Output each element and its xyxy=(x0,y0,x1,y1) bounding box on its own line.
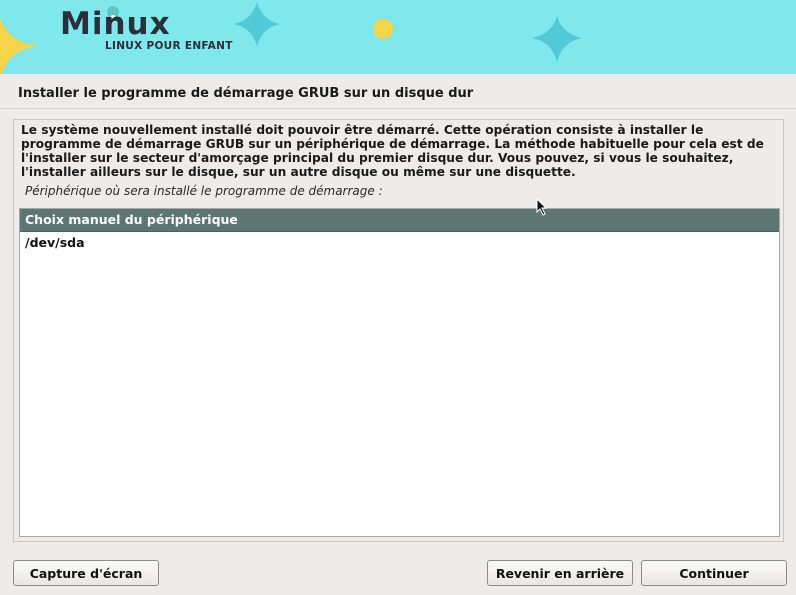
description-text: Le système nouvellement installé doit po… xyxy=(21,123,764,179)
device-prompt: Périphérique où sera installé le program… xyxy=(25,184,383,198)
logo-subtitle: LINUX POUR ENFANT xyxy=(105,40,233,52)
screenshot-button[interactable]: Capture d'écran xyxy=(13,560,159,586)
page-title: Installer le programme de démarrage GRUB… xyxy=(18,86,474,101)
sparkle-star-icon xyxy=(532,16,582,62)
list-item-dev-sda[interactable]: /dev/sda xyxy=(20,232,779,254)
header-banner: Minux LINUX POUR ENFANT xyxy=(0,0,796,74)
yellow-star-icon xyxy=(0,18,38,74)
divider xyxy=(0,108,796,109)
yellow-dot-icon xyxy=(373,19,393,39)
device-list[interactable]: Choix manuel du périphérique /dev/sda xyxy=(19,208,780,537)
mouse-pointer-icon xyxy=(536,198,548,216)
back-button[interactable]: Revenir en arrière xyxy=(487,560,633,586)
logo-title: Minux xyxy=(60,6,171,42)
sparkle-star-icon xyxy=(234,2,280,46)
list-item-manual-choice[interactable]: Choix manuel du périphérique xyxy=(20,209,779,232)
continue-button[interactable]: Continuer xyxy=(641,560,787,586)
